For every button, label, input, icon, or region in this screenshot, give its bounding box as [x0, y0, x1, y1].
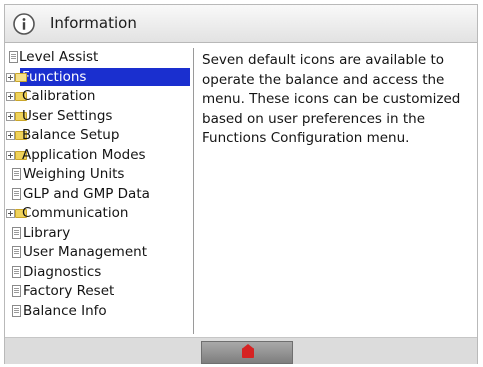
tree-item-label: User Management — [23, 244, 147, 260]
tree-item-functions[interactable]: Functions — [5, 67, 193, 86]
expand-icon[interactable] — [6, 111, 15, 121]
expand-icon[interactable] — [6, 150, 15, 160]
document-icon — [12, 187, 21, 200]
tree-item-application-modes[interactable]: Application Modes — [5, 146, 193, 164]
tree-item-label: Diagnostics — [23, 263, 102, 280]
tree-item-glp-gmp-data[interactable]: GLP and GMP Data — [5, 185, 193, 203]
tree-item-label: Library — [23, 224, 71, 241]
tree-item-label: Level Assist — [19, 49, 99, 65]
tree-item-weighing-units[interactable]: Weighing Units — [5, 165, 193, 183]
document-icon — [12, 285, 21, 297]
tree-item-calibration[interactable]: Calibration — [5, 87, 193, 105]
document-icon — [12, 168, 21, 180]
tree-item-balance-setup[interactable]: Balance Setup — [5, 126, 193, 144]
tree-item-user-settings[interactable]: User Settings — [5, 107, 193, 125]
expand-icon[interactable] — [6, 209, 15, 218]
tree-item-factory-reset[interactable]: Factory Reset — [5, 282, 193, 300]
tree-item-label: Functions — [20, 67, 190, 86]
tree-item-label: Application Modes — [22, 146, 146, 163]
folder-icon — [15, 72, 27, 82]
tree-item-user-management[interactable]: User Management — [5, 243, 193, 261]
page-title: Information — [50, 14, 137, 32]
description-line: Seven default icons are available to — [202, 52, 445, 68]
description-line: operate the balance and access the — [202, 71, 445, 88]
description-line: based on user preferences in the — [202, 110, 425, 127]
document-icon — [12, 226, 21, 239]
description-line: Functions Configuration menu. — [202, 130, 410, 146]
menu-tree: Level Assist Functions Calibration User … — [5, 48, 194, 334]
tree-item-diagnostics[interactable]: Diagnostics — [5, 263, 193, 281]
information-window: Information Level Assist Functions Calib… — [4, 4, 478, 364]
tree-item-communication[interactable]: Communication — [5, 204, 193, 222]
info-icon — [13, 13, 35, 35]
home-icon — [242, 344, 254, 358]
description-panel: Seven default icons are available to ope… — [202, 51, 472, 149]
expand-icon[interactable] — [6, 92, 15, 101]
tree-item-label: Weighing Units — [23, 166, 125, 182]
expand-icon[interactable] — [6, 72, 15, 82]
document-icon — [9, 51, 18, 63]
footer-bar — [5, 337, 477, 364]
document-icon — [12, 304, 21, 317]
home-button[interactable] — [201, 341, 293, 364]
tree-item-label: Calibration — [22, 88, 96, 104]
tree-item-label: Factory Reset — [23, 283, 115, 299]
tree-item-level-assist[interactable]: Level Assist — [5, 48, 193, 66]
tree-item-label: Balance Setup — [22, 127, 120, 143]
tree-item-balance-info[interactable]: Balance Info — [5, 302, 193, 320]
tree-item-library[interactable]: Library — [5, 224, 193, 242]
tree-item-label: GLP and GMP Data — [23, 185, 150, 202]
document-icon — [12, 246, 21, 258]
expand-icon[interactable] — [6, 131, 15, 140]
tree-item-label: Communication — [22, 205, 129, 221]
header-bar: Information — [5, 5, 477, 43]
description-line: menu. These icons can be customized — [202, 91, 461, 107]
document-icon — [12, 265, 21, 278]
tree-item-label: User Settings — [22, 107, 113, 124]
tree-item-label: Balance Info — [23, 302, 107, 319]
